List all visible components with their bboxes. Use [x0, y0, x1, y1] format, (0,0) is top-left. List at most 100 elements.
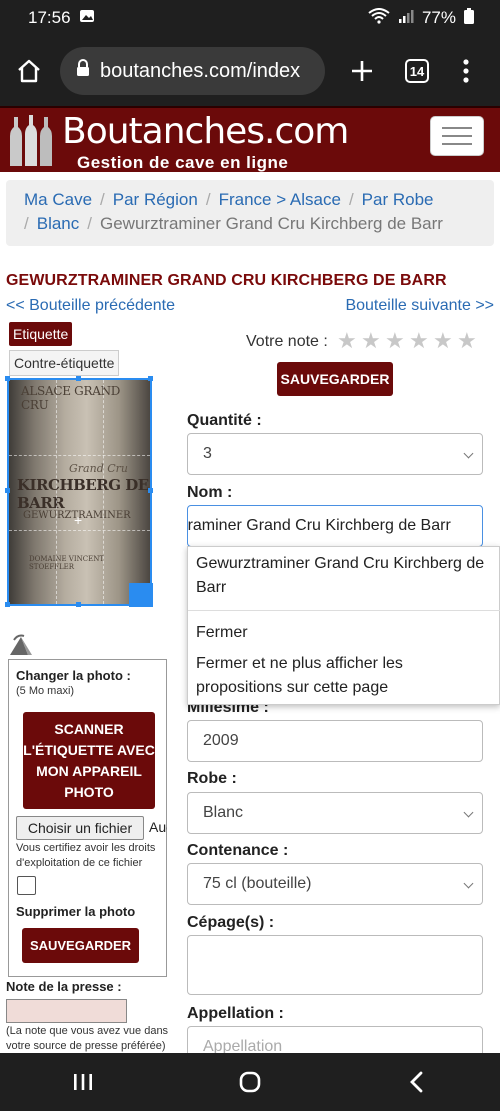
choose-file-button[interactable]: Choisir un fichier: [16, 816, 144, 840]
change-photo-title: Changer la photo :: [16, 668, 131, 683]
name-label: Nom :: [187, 484, 233, 501]
star-icon[interactable]: ★: [385, 330, 405, 352]
breadcrumb: Ma Cave / Par Région / France > Alsace / Par R…: [6, 180, 494, 246]
battery-icon: [464, 7, 474, 29]
tab-contre-etiquette[interactable]: Contre-étiquette: [9, 350, 120, 376]
quantity-label: Quantité :: [187, 412, 262, 429]
bottles-logo-icon[interactable]: [6, 114, 56, 171]
crop-handle-left[interactable]: [5, 488, 10, 493]
autofill-divider: [188, 610, 500, 611]
browser-toolbar: boutanches.com/index 14: [0, 36, 500, 106]
star-icon[interactable]: ★: [433, 330, 453, 352]
more-vert-icon: [463, 59, 469, 83]
tab-etiquette[interactable]: Etiquette: [9, 322, 73, 346]
site-logo-title[interactable]: Boutanches.com: [62, 114, 349, 150]
url-text: boutanches.com/index: [100, 59, 301, 82]
press-rating-input[interactable]: [6, 999, 127, 1023]
system-navigation-bar: [0, 1053, 500, 1111]
contenance-label: Contenance :: [187, 842, 289, 859]
breadcrumb-par-region[interactable]: Par Région: [113, 190, 198, 209]
lock-icon: [76, 59, 90, 83]
breadcrumb-separator: /: [24, 214, 29, 233]
new-tab-button[interactable]: [337, 36, 387, 106]
page-title: GEWURZTRAMINER GRAND CRU KIRCHBERG DE BA…: [6, 272, 447, 289]
contenance-value: 75 cl (bouteille): [203, 875, 312, 892]
star-icon[interactable]: ★: [337, 330, 357, 352]
system-home-button[interactable]: [210, 1053, 290, 1111]
press-rating-label: Note de la presse :: [6, 979, 122, 994]
appellation-label: Appellation :: [187, 1005, 284, 1022]
breadcrumb-separator: /: [87, 214, 92, 233]
robe-value: Blanc: [203, 804, 244, 821]
previous-bottle-link[interactable]: << Bouteille précédente: [6, 297, 175, 315]
status-bar: 17:56 77%: [0, 0, 500, 36]
robe-select[interactable]: Blanc: [187, 792, 483, 834]
breadcrumb-blanc[interactable]: Blanc: [37, 214, 80, 233]
star-icon[interactable]: ★: [361, 330, 381, 352]
crop-handle-bottom[interactable]: [76, 602, 81, 607]
star-rating: ★ ★ ★ ★ ★ ★: [337, 330, 477, 352]
next-bottle-link[interactable]: Bouteille suivante >>: [345, 297, 494, 315]
save-photo-button[interactable]: SAUVEGARDER: [22, 928, 139, 963]
signal-icon: [398, 8, 414, 29]
breadcrumb-ma-cave[interactable]: Ma Cave: [24, 190, 92, 209]
wifi-icon: [368, 7, 390, 29]
star-icon[interactable]: ★: [409, 330, 429, 352]
your-rating-label: Votre note :: [246, 333, 328, 350]
name-input[interactable]: Gewurztraminer Grand Cru Kirchberg de Ba…: [187, 505, 483, 547]
breadcrumb-separator: /: [205, 190, 211, 209]
crop-handle-bottom-left[interactable]: [5, 602, 10, 607]
millesime-input[interactable]: 2009: [187, 720, 483, 762]
change-photo-hint: (5 Mo maxi): [16, 685, 75, 697]
cepage-label: Cépage(s) :: [187, 914, 275, 931]
site-logo-subtitle: Gestion de cave en ligne: [77, 153, 289, 172]
tab-count: 14: [405, 59, 429, 83]
recent-apps-button[interactable]: [43, 1053, 123, 1111]
autofill-close[interactable]: Fermer: [196, 621, 491, 645]
star-icon[interactable]: ★: [457, 330, 477, 352]
breadcrumb-par-robe[interactable]: Par Robe: [362, 190, 434, 209]
quantity-select[interactable]: 3: [187, 433, 483, 475]
back-chevron-icon: [409, 1071, 423, 1093]
crop-frame[interactable]: [7, 378, 152, 606]
menu-icon-bar: [442, 127, 472, 129]
battery-level: 77%: [421, 8, 456, 27]
recent-apps-icon: [74, 1074, 93, 1090]
plus-icon: [352, 61, 372, 81]
gallery-icon: [79, 8, 95, 28]
home-circle-icon: [239, 1071, 261, 1093]
autofill-suggestion[interactable]: Gewurztraminer Grand Cru Kirchberg de Ba…: [196, 552, 491, 600]
hamburger-menu-button[interactable]: [430, 116, 484, 156]
breadcrumb-france-alsace[interactable]: France > Alsace: [219, 190, 341, 209]
status-time: 17:56: [28, 8, 71, 27]
rotate-icon[interactable]: [8, 634, 34, 661]
home-icon: [18, 59, 40, 83]
autofill-close-forever[interactable]: Fermer et ne plus afficher les propositi…: [196, 652, 491, 700]
browser-menu-button[interactable]: [441, 36, 491, 106]
breadcrumb-separator: /: [348, 190, 354, 209]
robe-label: Robe :: [187, 770, 237, 787]
scan-label-button[interactable]: SCANNER L'ÉTIQUETTE AVEC MON APPAREIL PH…: [23, 712, 155, 809]
home-button[interactable]: [0, 36, 58, 106]
file-status: Aucun fichier choisi: [149, 819, 167, 835]
crop-resize-handle[interactable]: [129, 583, 153, 607]
crop-handle-top[interactable]: [76, 376, 81, 381]
crop-handle-right[interactable]: [148, 488, 153, 493]
back-button[interactable]: [377, 1053, 457, 1111]
autofill-suggestions: Gewurztraminer Grand Cru Kirchberg de Ba…: [187, 546, 500, 705]
menu-icon-bar: [442, 143, 472, 145]
delete-photo-checkbox[interactable]: [17, 876, 36, 895]
breadcrumb-current: Gewurztraminer Grand Cru Kirchberg de Ba…: [100, 214, 443, 233]
address-bar[interactable]: boutanches.com/index: [60, 47, 325, 95]
millesime-value: 2009: [203, 732, 239, 749]
change-photo-panel: Changer la photo : (5 Mo maxi) SCANNER L…: [8, 659, 167, 977]
save-rating-button[interactable]: SAUVEGARDER: [277, 362, 393, 396]
crop-handle-top-left[interactable]: [5, 376, 10, 381]
menu-icon-bar: [442, 135, 472, 137]
press-rating-hint: (La note que vous avez vue dans votre so…: [6, 1025, 169, 1052]
contenance-select[interactable]: 75 cl (bouteille): [187, 863, 483, 905]
breadcrumb-separator: /: [100, 190, 105, 209]
crop-handle-top-right[interactable]: [148, 376, 153, 381]
cepage-textarea[interactable]: [187, 935, 483, 995]
tabs-button[interactable]: 14: [392, 36, 442, 106]
